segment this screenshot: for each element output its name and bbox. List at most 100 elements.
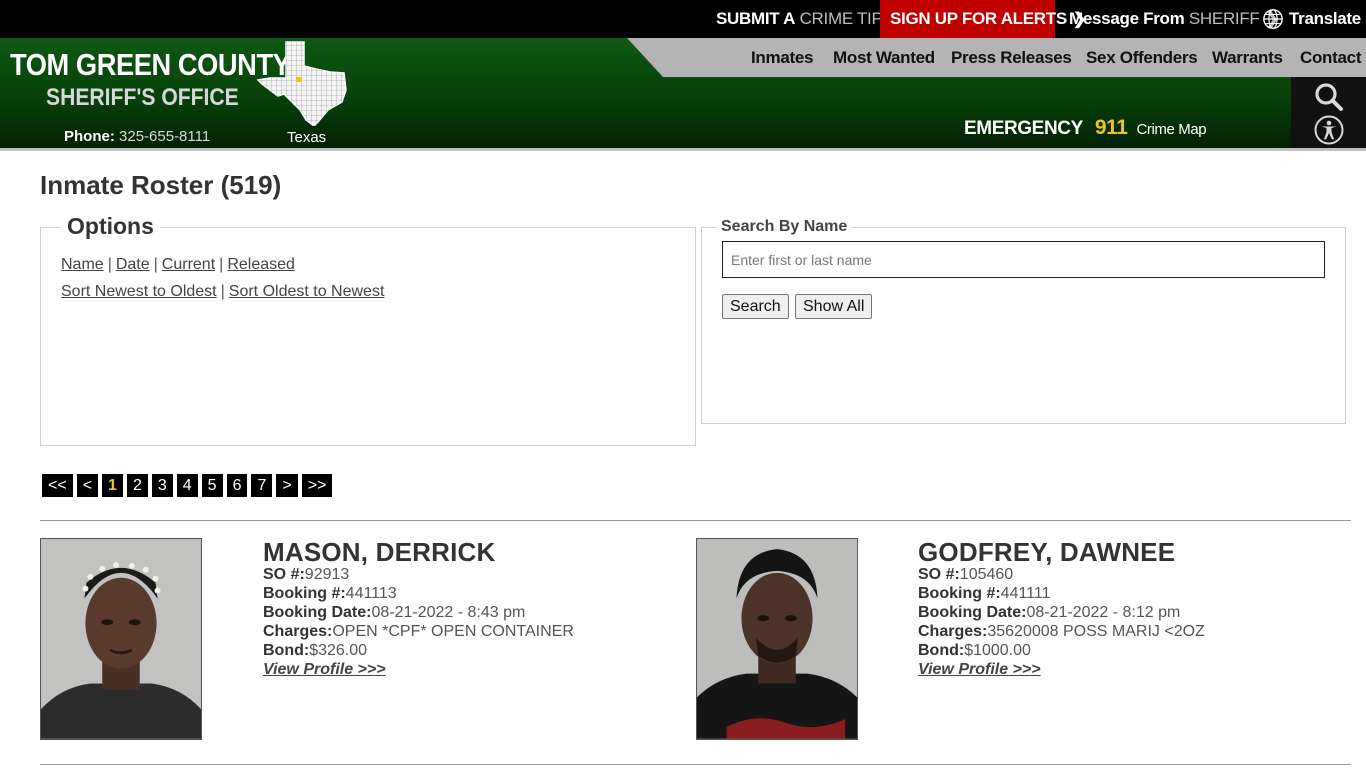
sign-up-alerts-link[interactable]: SIGN UP FOR ALERTS ❯ (880, 0, 1086, 38)
sheriff-label-a: Message From (1069, 9, 1185, 28)
page-5-button[interactable]: 5 (201, 474, 223, 497)
bond-value: $1000.00 (964, 642, 1031, 659)
message-from-sheriff-link[interactable]: Message From SHERIFF ❯ (1069, 0, 1279, 38)
charges-value: 35620008 POSS MARIJ <2OZ (987, 623, 1205, 640)
inmate-charges: Charges:35620008 POSS MARIJ <2OZ (918, 623, 1205, 641)
inmate-booking-date: Booking Date:08-21-2022 - 8:43 pm (263, 604, 525, 622)
booking-label: Booking #: (263, 585, 346, 602)
inmate-photo[interactable] (40, 538, 202, 740)
page-next-button[interactable]: > (276, 474, 298, 497)
texas-map-icon (256, 41, 347, 126)
header-divider (0, 148, 1366, 151)
charges-value: OPEN *CPF* OPEN CONTAINER (332, 623, 574, 640)
site-title[interactable]: TOM GREEN COUNTY (10, 47, 291, 83)
page-7-button[interactable]: 7 (251, 474, 273, 497)
phone-info: Phone: 325-655-8111 (64, 128, 210, 145)
nav-warrants[interactable]: Warrants (1212, 38, 1283, 77)
crime-tip-label-a: SUBMIT A (716, 9, 796, 28)
translate-label: Translate (1289, 9, 1361, 28)
inmate-booking-number: Booking #:441113 (263, 585, 397, 603)
separator: | (153, 256, 158, 273)
separator: | (219, 256, 224, 273)
bond-label: Bond: (263, 642, 310, 659)
sort-newest-link[interactable]: Sort Newest to Oldest (61, 283, 217, 300)
nav-inmates[interactable]: Inmates (751, 38, 813, 77)
pagination: << < 1 2 3 4 5 6 7 > >> (42, 474, 333, 497)
charges-label: Charges: (263, 623, 333, 640)
bond-label: Bond: (918, 642, 965, 659)
mugshot-image (41, 539, 201, 739)
page-prev-button[interactable]: < (76, 474, 99, 497)
options-legend: Options (60, 213, 161, 240)
page-last-button[interactable]: >> (301, 474, 333, 497)
show-all-button[interactable]: Show All (795, 294, 873, 319)
accessibility-icon[interactable] (1313, 114, 1345, 146)
charges-label: Charges: (918, 623, 988, 640)
so-value: 92913 (304, 566, 350, 583)
filter-released-link[interactable]: Released (227, 256, 295, 273)
crime-tip-label-b: CRIME TIP (799, 9, 883, 28)
page-first-button[interactable]: << (42, 474, 73, 497)
filter-current-link[interactable]: Current (162, 256, 215, 273)
inmate-so-number: SO #:92913 (263, 566, 349, 584)
mugshot-image (697, 539, 857, 739)
search-button[interactable]: Search (722, 294, 789, 319)
search-name-input[interactable] (722, 241, 1325, 278)
page-4-button[interactable]: 4 (176, 474, 198, 497)
options-sort-row: Sort Newest to Oldest | Sort Oldest to New… (61, 283, 384, 301)
separator: | (107, 256, 112, 273)
inmate-bond: Bond:$326.00 (263, 642, 367, 660)
site-subtitle: SHERIFF'S OFFICE (46, 84, 239, 111)
phone-label: Phone: (64, 128, 115, 145)
translate-link[interactable]: Translate (1262, 0, 1361, 38)
so-label: SO #: (263, 566, 305, 583)
search-legend: Search By Name (716, 218, 853, 236)
crime-map-link[interactable]: Crime Map (1136, 121, 1206, 138)
list-divider (40, 520, 1351, 521)
nav-contact[interactable]: Contact (1300, 38, 1361, 77)
options-filter-row: Name | Date | Current | Released (61, 256, 295, 274)
emergency-number[interactable]: 911 (1095, 116, 1128, 139)
so-value: 105460 (959, 566, 1014, 583)
sheriff-label-b: SHERIFF (1188, 9, 1260, 28)
inmate-booking-number: Booking #:441111 (918, 585, 1051, 603)
filter-date-link[interactable]: Date (116, 256, 150, 273)
inmate-photo[interactable] (696, 538, 858, 740)
page-6-button[interactable]: 6 (226, 474, 248, 497)
inmate-charges: Charges:OPEN *CPF* OPEN CONTAINER (263, 623, 574, 641)
inmate-so-number: SO #:105460 (918, 566, 1013, 584)
search-icon[interactable] (1313, 81, 1345, 113)
sort-oldest-link[interactable]: Sort Oldest to Newest (229, 283, 385, 300)
inmate-booking-date: Booking Date:08-21-2022 - 8:12 pm (918, 604, 1180, 622)
texas-label: Texas (287, 129, 327, 146)
submit-crime-tip-link[interactable]: SUBMIT A CRIME TIP❯ (716, 0, 902, 38)
nav-most-wanted[interactable]: Most Wanted (833, 38, 935, 77)
list-divider (40, 764, 1351, 765)
bond-value: $326.00 (309, 642, 368, 659)
booking-date-value: 08-21-2022 - 8:12 pm (1026, 604, 1181, 621)
alerts-label: SIGN UP FOR ALERTS (890, 9, 1067, 28)
booking-value: 441113 (345, 585, 397, 602)
page-2-button[interactable]: 2 (126, 474, 148, 497)
nav-press-releases[interactable]: Press Releases (951, 38, 1072, 77)
inmate-bond: Bond:$1000.00 (918, 642, 1031, 660)
nav-sex-offenders[interactable]: Sex Offenders (1086, 38, 1198, 77)
phone-number: 325-655-8111 (119, 128, 211, 145)
emergency-label: EMERGENCY (964, 118, 1083, 139)
booking-date-value: 08-21-2022 - 8:43 pm (371, 604, 526, 621)
booking-date-label: Booking Date: (918, 604, 1027, 621)
view-profile-link[interactable]: View Profile >>> (918, 661, 1041, 679)
booking-value: 441111 (1000, 585, 1051, 602)
filter-name-link[interactable]: Name (61, 256, 104, 273)
view-profile-link[interactable]: View Profile >>> (263, 661, 386, 679)
page-3-button[interactable]: 3 (151, 474, 173, 497)
page-1-button[interactable]: 1 (102, 474, 123, 497)
page-title: Inmate Roster (519) (40, 170, 282, 200)
so-label: SO #: (918, 566, 960, 583)
inmate-name: GODFREY, DAWNEE (918, 537, 1176, 567)
inmate-name: MASON, DERRICK (263, 537, 496, 567)
globe-icon (1263, 9, 1283, 29)
emergency-info: EMERGENCY 911 Crime Map (964, 116, 1207, 140)
separator: | (220, 283, 225, 300)
booking-date-label: Booking Date: (263, 604, 372, 621)
